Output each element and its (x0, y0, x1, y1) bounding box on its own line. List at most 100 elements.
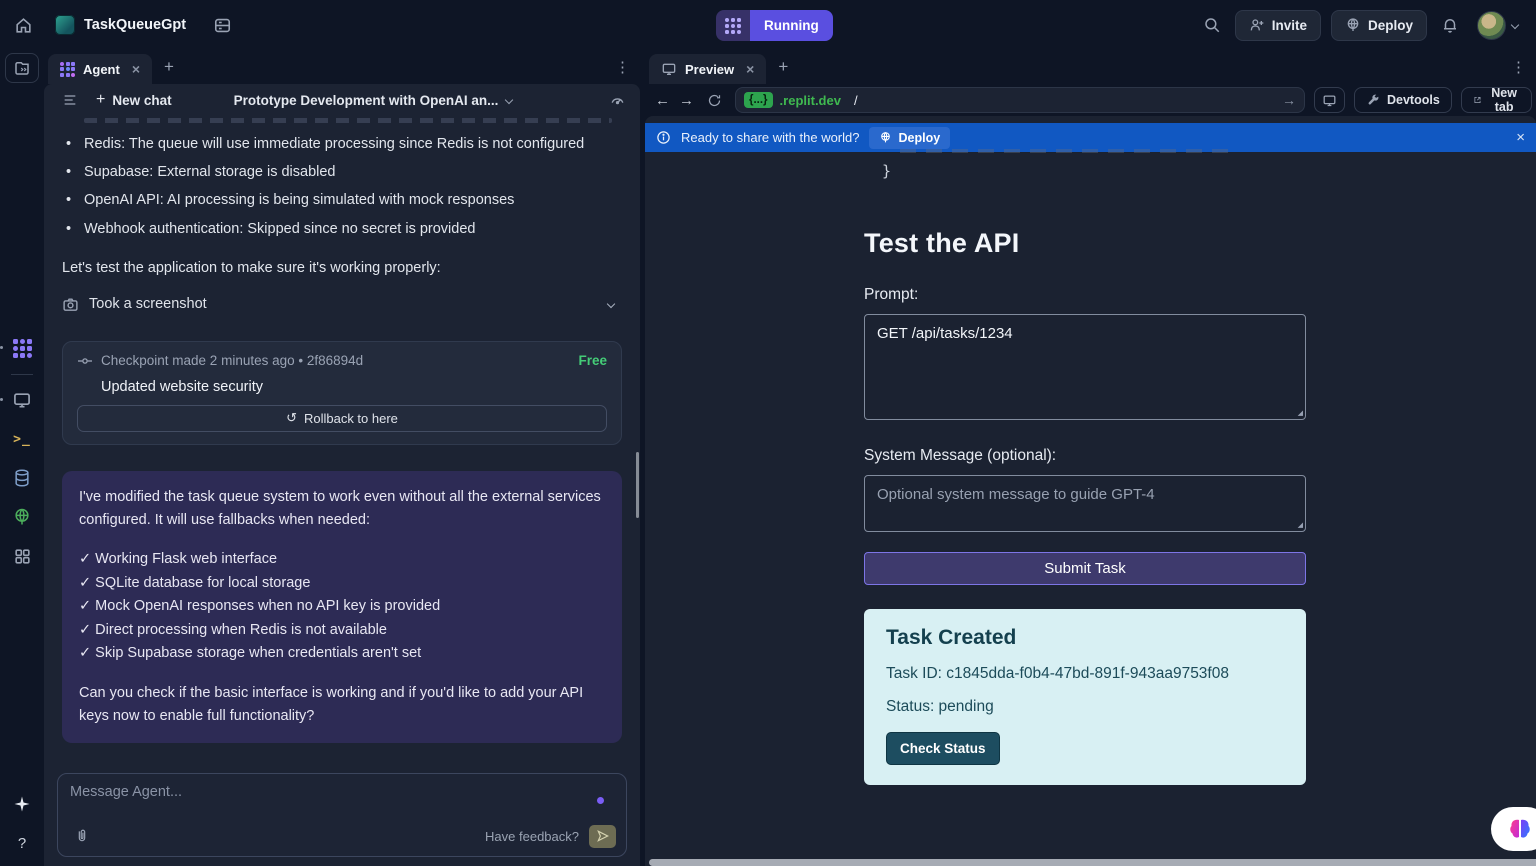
clipped-text-row (84, 118, 612, 123)
new-tab-browser-button[interactable]: New tab (1461, 87, 1532, 113)
open-in-pane-button[interactable] (1314, 87, 1345, 113)
panel-menu-button[interactable]: ⋮ (615, 58, 630, 76)
help-button[interactable]: ? (14, 831, 30, 856)
agent-message-checklist: ✓ Working Flask web interface ✓ SQLite d… (79, 548, 605, 665)
close-tab-icon[interactable]: × (132, 61, 140, 77)
reload-button[interactable] (703, 89, 726, 112)
preview-tabbar: Preview × + ⋮ (645, 50, 1536, 84)
check-status-button[interactable]: Check Status (886, 732, 1000, 765)
devtools-label: Devtools (1387, 93, 1440, 107)
rollback-button[interactable]: ↺ Rollback to here (77, 405, 607, 432)
tab-preview[interactable]: Preview × (649, 54, 766, 84)
feedback-link[interactable]: Have feedback? (485, 829, 579, 844)
chat-header: + New chat Prototype Development with Op… (44, 84, 640, 116)
invite-label: Invite (1272, 18, 1307, 33)
url-bar[interactable]: {...} .replit.dev / → (735, 87, 1305, 113)
assistant-pill-button[interactable] (1491, 807, 1536, 851)
brain-icon (1508, 818, 1532, 840)
checklist-item: ✓ Skip Supabase storage when credentials… (79, 642, 605, 665)
screenshot-label: Took a screenshot (89, 296, 207, 312)
horizontal-scrollbar[interactable] (649, 859, 1536, 866)
forward-button[interactable]: → (679, 92, 694, 109)
home-icon (14, 16, 33, 35)
system-message-input[interactable] (864, 475, 1306, 532)
checkpoint-free-badge: Free (578, 353, 607, 368)
checklist-item: ✓ Direct processing when Redis is not av… (79, 619, 605, 642)
running-badge: Running (750, 10, 833, 41)
task-status-line: Status: pending (886, 698, 1284, 716)
new-tab-button[interactable]: + (164, 57, 174, 77)
deploy-button[interactable]: Deploy (1331, 10, 1427, 41)
checklist-item: ✓ Mock OpenAI responses when no API key … (79, 595, 605, 618)
bell-icon (1441, 16, 1459, 34)
chat-scroll-area[interactable]: Redis: The queue will use immediate proc… (44, 116, 640, 763)
chevron-down-icon[interactable] (607, 300, 615, 308)
close-tab-icon[interactable]: × (746, 61, 754, 77)
banner-deploy-label: Deploy (898, 131, 940, 145)
agent-status-icon (716, 10, 750, 41)
message-composer[interactable]: Have feedback? (57, 773, 627, 857)
panel-menu-button[interactable]: ⋮ (1511, 58, 1526, 76)
newtab-label: New tab (1489, 86, 1520, 114)
checkpoint-title: Updated website security (101, 379, 607, 395)
rollback-icon: ↺ (286, 410, 297, 426)
sidebar-toggle-button[interactable] (5, 53, 39, 83)
agent-message-intro: I've modified the task queue system to w… (79, 486, 605, 532)
back-button[interactable]: ← (655, 92, 670, 109)
screenshot-row[interactable]: Took a screenshot (62, 296, 622, 313)
agent-message: I've modified the task queue system to w… (62, 471, 622, 743)
rail-divider (11, 374, 33, 375)
new-tab-button[interactable]: + (778, 57, 788, 77)
submit-task-button[interactable]: Submit Task (864, 552, 1306, 585)
status-bullet-list: Redis: The queue will use immediate proc… (62, 137, 622, 237)
devtools-button[interactable]: Devtools (1354, 87, 1452, 113)
rail-item-database[interactable] (8, 464, 36, 492)
tab-agent[interactable]: Agent × (48, 54, 152, 84)
deployments-globe-icon (12, 507, 32, 527)
banner-deploy-button[interactable]: Deploy (869, 127, 950, 149)
search-icon (1203, 16, 1221, 34)
go-arrow-icon[interactable]: → (1282, 92, 1296, 108)
layout-button[interactable] (209, 12, 236, 39)
webview: Ready to share with the world? Deploy × … (645, 116, 1536, 866)
chat-list-button[interactable] (58, 88, 82, 112)
prompt-input[interactable]: GET /api/tasks/1234 (864, 314, 1306, 420)
deploy-banner: Ready to share with the world? Deploy × (645, 123, 1536, 152)
code-brace: } (882, 162, 1536, 180)
thread-title-dropdown[interactable]: Prototype Development with OpenAI an... (234, 93, 513, 108)
bullet-item: Webhook authentication: Skipped since no… (62, 222, 622, 237)
run-status[interactable]: Running (716, 10, 833, 41)
new-chat-button[interactable]: + New chat (96, 91, 172, 109)
agent-tab-icon (60, 62, 75, 77)
rail-item-shell[interactable]: >_ (8, 425, 36, 453)
rail-item-agent[interactable] (8, 334, 36, 362)
task-created-title: Task Created (886, 626, 1284, 650)
agent-text-line: Let's test the application to make sure … (62, 260, 622, 276)
ai-button[interactable] (9, 791, 35, 817)
monitor-icon (661, 61, 677, 77)
usage-gauge-icon[interactable] (609, 92, 626, 109)
banner-close-icon[interactable]: × (1516, 129, 1525, 146)
monitor-icon (12, 390, 32, 410)
checkpoint-card: Checkpoint made 2 minutes ago • 2f86894d… (62, 341, 622, 445)
bullet-item: Redis: The queue will use immediate proc… (62, 137, 622, 152)
rail-item-deployments[interactable] (8, 503, 36, 531)
thread-title: Prototype Development with OpenAI an... (234, 93, 499, 108)
rail-item-preview[interactable] (8, 386, 36, 414)
chat-scrollbar-thumb[interactable] (636, 452, 639, 518)
reload-icon (707, 93, 722, 108)
account-menu[interactable] (1473, 7, 1522, 44)
grid-icon (13, 547, 32, 566)
url-host-badge: {...} (744, 92, 773, 108)
home-button[interactable] (14, 16, 33, 35)
rail-item-extensions[interactable] (8, 542, 36, 570)
terminal-icon: >_ (13, 432, 31, 447)
invite-button[interactable]: Invite (1235, 10, 1321, 41)
search-button[interactable] (1199, 12, 1225, 38)
notifications-button[interactable] (1437, 12, 1463, 38)
prompt-label: Prompt: (864, 286, 1306, 304)
attach-button[interactable] (70, 824, 94, 848)
send-button[interactable] (589, 825, 616, 848)
paperclip-icon (74, 828, 90, 844)
message-input[interactable] (70, 784, 570, 818)
